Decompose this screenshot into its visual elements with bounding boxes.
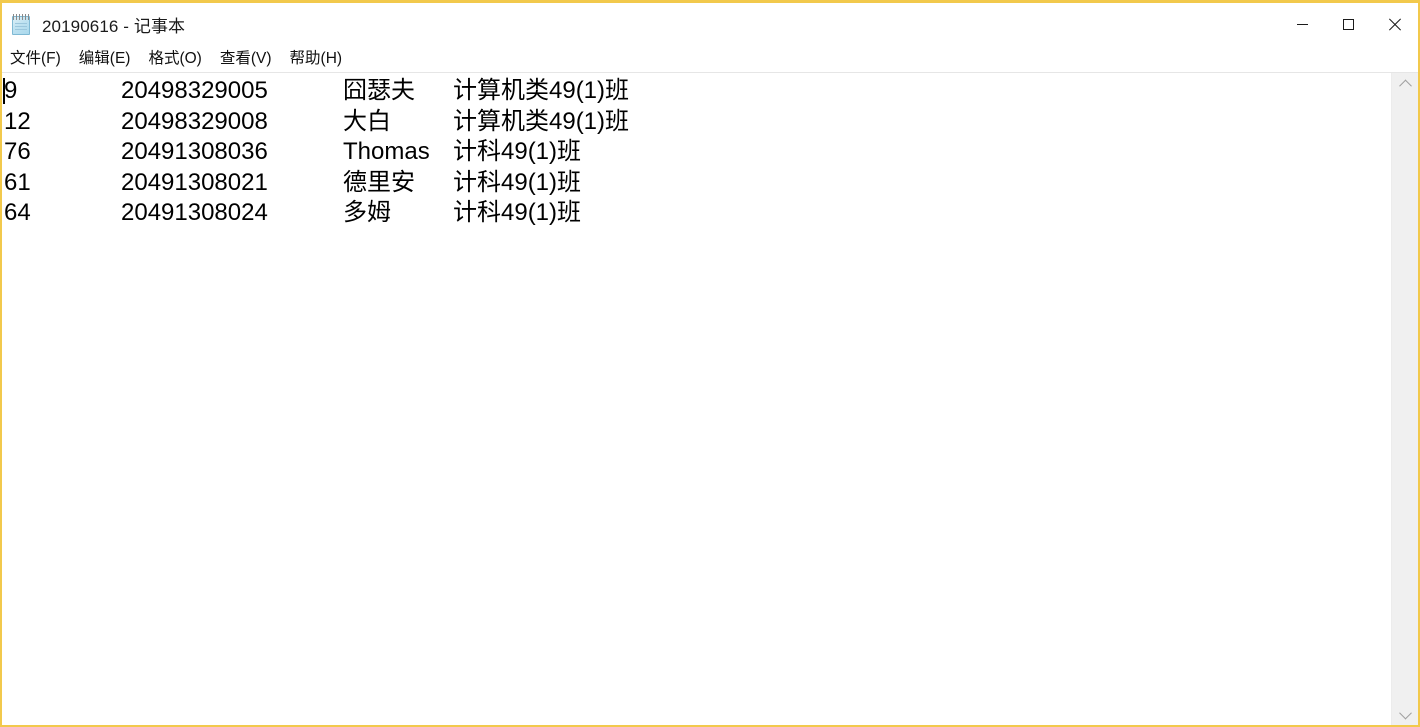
line-class: 计科49(1)班	[453, 199, 582, 227]
scroll-up-button[interactable]	[1392, 73, 1418, 95]
line-name: 多姆	[343, 199, 391, 227]
line-name: Thomas	[343, 138, 430, 166]
minimize-button[interactable]	[1279, 3, 1325, 46]
close-icon	[1388, 18, 1401, 31]
line-id: 64	[4, 199, 31, 227]
line-number: 20491308021	[121, 168, 268, 196]
menu-bar: 文件(F) 编辑(E) 格式(O) 查看(V) 帮助(H)	[2, 46, 1418, 73]
line-id: 76	[4, 138, 31, 166]
text-line: 9 20498329005 囧瑟夫 计算机类49(1)班	[2, 76, 1391, 107]
text-line: 64 20491308024 多姆 计科49(1)班	[2, 198, 1391, 229]
menu-item-help[interactable]: 帮助(H)	[290, 46, 352, 72]
window-title: 20190616 - 记事本	[42, 17, 186, 36]
text-line: 76 20491308036 Thomas 计科49(1)班	[2, 137, 1391, 168]
text-line: 12 20498329008 大白 计算机类49(1)班	[2, 107, 1391, 138]
maximize-button[interactable]	[1325, 3, 1371, 46]
minimize-icon	[1296, 24, 1308, 25]
line-number: 20498329008	[121, 107, 268, 135]
menu-item-edit[interactable]: 编辑(E)	[79, 46, 140, 72]
line-number: 20491308024	[121, 199, 268, 227]
line-class: 计算机类49(1)班	[453, 77, 630, 104]
text-caret	[3, 78, 5, 104]
line-name: 大白	[343, 107, 391, 135]
chevron-up-icon	[1398, 79, 1412, 92]
line-id: 12	[4, 107, 31, 135]
text-line: 61 20491308021 德里安 计科49(1)班	[2, 168, 1391, 199]
close-button[interactable]	[1371, 3, 1418, 46]
scrollbar-track[interactable]	[1392, 95, 1418, 703]
editor-area: 9 20498329005 囧瑟夫 计算机类49(1)班 12 20498329…	[2, 73, 1418, 725]
title-bar-left: 20190616 - 记事本	[2, 3, 185, 46]
line-id: 9	[4, 77, 18, 104]
scroll-down-button[interactable]	[1392, 703, 1418, 725]
menu-item-format[interactable]: 格式(O)	[148, 46, 210, 72]
menu-item-file[interactable]: 文件(F)	[10, 46, 70, 72]
maximize-icon	[1342, 19, 1354, 30]
line-number: 20498329005	[121, 77, 268, 104]
line-class: 计科49(1)班	[453, 138, 582, 166]
line-name: 囧瑟夫	[343, 77, 415, 104]
chevron-down-icon	[1398, 706, 1412, 719]
window-controls	[1279, 3, 1418, 46]
notepad-window: 20190616 - 记事本 文件(F) 编辑(E) 格式(O) 查看(V) 帮…	[0, 0, 1420, 727]
vertical-scrollbar[interactable]	[1391, 73, 1418, 725]
title-bar[interactable]: 20190616 - 记事本	[2, 3, 1418, 46]
notepad-icon	[11, 13, 33, 36]
line-number: 20491308036	[121, 138, 268, 166]
text-editor[interactable]: 9 20498329005 囧瑟夫 计算机类49(1)班 12 20498329…	[2, 73, 1391, 725]
line-name: 德里安	[343, 168, 415, 196]
line-class: 计科49(1)班	[453, 168, 582, 196]
line-id: 61	[4, 168, 31, 196]
line-class: 计算机类49(1)班	[453, 107, 630, 135]
menu-item-view[interactable]: 查看(V)	[220, 46, 281, 72]
